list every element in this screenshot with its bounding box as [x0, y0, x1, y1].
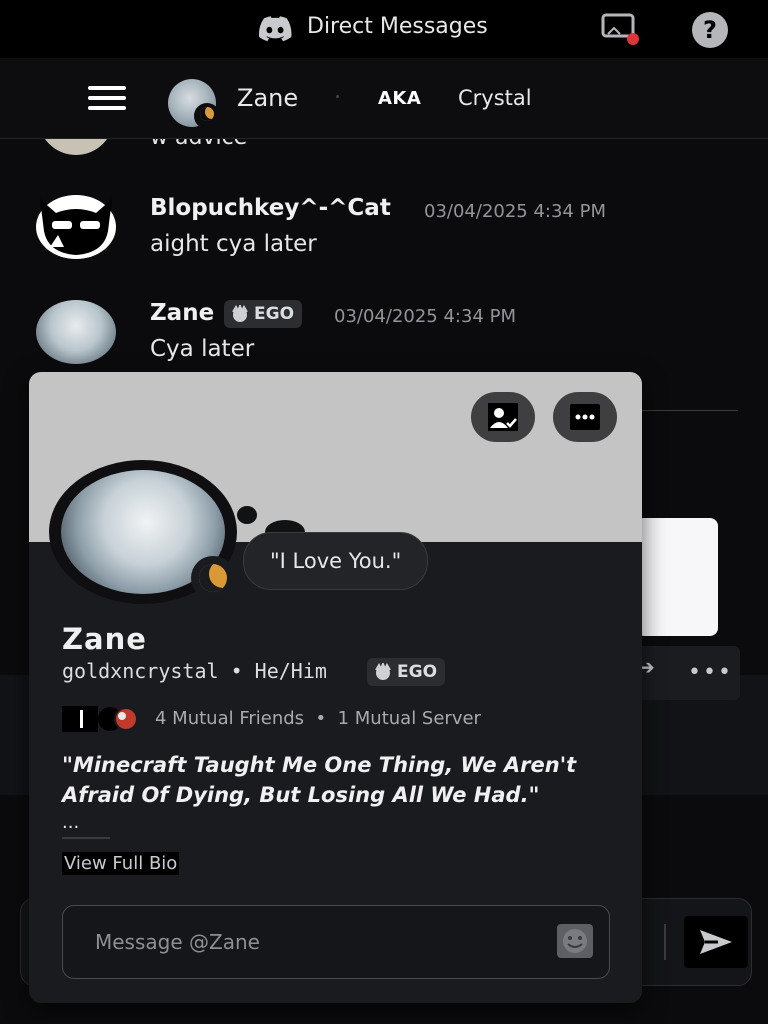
emoji-button[interactable] — [557, 924, 593, 958]
separator: • — [315, 708, 327, 729]
header-nickname: Crystal — [458, 86, 532, 110]
more-icon — [570, 404, 600, 430]
menu-icon[interactable] — [88, 86, 126, 112]
mutual-friends-avatars[interactable] — [62, 706, 150, 732]
tag-badge[interactable]: EGO — [224, 300, 303, 328]
emoji-icon — [563, 929, 587, 953]
more-icon[interactable]: ••• — [688, 660, 733, 685]
more-options-button[interactable] — [553, 392, 617, 442]
status-bubble[interactable]: "I Love You." — [243, 532, 429, 590]
avatar[interactable] — [49, 460, 237, 604]
profile-card-icon — [488, 403, 518, 431]
mutual-info[interactable]: 4 Mutual Friends • 1 Mutual Server — [155, 708, 481, 729]
view-full-bio-link[interactable]: View Full Bio — [62, 852, 180, 875]
message-content: Cya later — [150, 336, 255, 362]
bio-ellipsis: ... — [62, 812, 80, 833]
avatar[interactable] — [36, 300, 116, 364]
message-timestamp: 03/04/2025 4:34 PM — [424, 201, 606, 222]
send-icon — [700, 930, 732, 954]
message-content: aight cya later — [150, 231, 317, 257]
divider — [664, 924, 666, 960]
message-content: w advice — [150, 139, 247, 150]
idle-status-icon — [194, 103, 220, 129]
ego-tag-icon — [232, 305, 248, 322]
header-username[interactable]: Zane — [237, 84, 298, 112]
divider — [62, 837, 110, 839]
avatar[interactable] — [168, 79, 220, 129]
username-pronouns: goldxncrystal • He/Him — [62, 659, 327, 683]
thought-dot — [237, 506, 257, 524]
profile-bio: "Minecraft Taught Me One Thing, We Aren'… — [62, 753, 577, 807]
message-input-box[interactable] — [62, 905, 610, 979]
screen-share-icon[interactable] — [600, 12, 640, 46]
message-author[interactable]: Blopuchkey^-^Cat — [150, 195, 391, 221]
tag-label: EGO — [397, 662, 438, 682]
top-bar: Direct Messages ? — [0, 0, 768, 58]
discord-icon — [258, 16, 292, 42]
avatar[interactable] — [38, 139, 114, 155]
tag-label: EGO — [254, 304, 295, 324]
page-title: Direct Messages — [307, 14, 488, 39]
mutual-servers-link[interactable]: 1 Mutual Server — [338, 708, 481, 729]
idle-status-icon — [191, 556, 235, 600]
message-input[interactable] — [93, 926, 527, 958]
cat-avatar-icon — [40, 199, 112, 255]
ego-tag-icon — [375, 663, 391, 680]
message-author[interactable]: Zane — [150, 300, 214, 326]
send-button[interactable] — [684, 916, 748, 968]
edit-profile-button[interactable] — [471, 392, 535, 442]
tag-badge[interactable]: EGO — [367, 658, 446, 686]
aka-label: AKA — [378, 88, 422, 109]
help-icon[interactable]: ? — [692, 12, 728, 48]
avatar[interactable] — [36, 195, 116, 259]
embed-card[interactable] — [636, 518, 718, 636]
header-divider — [336, 95, 339, 98]
divider — [640, 410, 738, 411]
display-name: Zane — [62, 622, 147, 656]
mutual-friends-link[interactable]: 4 Mutual Friends — [155, 708, 304, 729]
profile-popout: "I Love You." Zane goldxncrystal • He/Hi… — [29, 372, 642, 1003]
message-timestamp: 03/04/2025 4:34 PM — [334, 306, 516, 327]
